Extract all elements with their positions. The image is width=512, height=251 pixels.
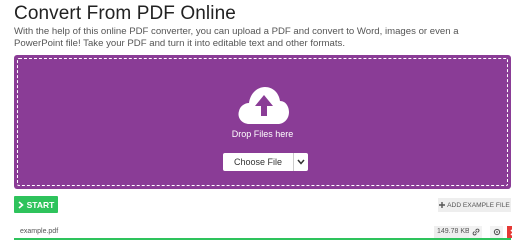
chevron-right-icon — [18, 200, 24, 209]
dropzone[interactable]: Drop Files here Choose File — [14, 55, 511, 189]
link-icon[interactable] — [469, 226, 482, 238]
drop-files-text: Drop Files here — [231, 129, 294, 139]
choose-file-label: Choose File — [233, 157, 283, 167]
file-size: 149.78 KB — [434, 226, 473, 238]
start-label: START — [26, 199, 55, 210]
close-icon[interactable] — [507, 226, 512, 238]
choose-file-button[interactable]: Choose File — [223, 153, 308, 171]
page-description: With the help of this online PDF convert… — [14, 26, 459, 49]
plus-icon — [439, 202, 446, 208]
page-title: Convert From PDF Online — [14, 3, 236, 24]
add-example-label: ADD EXAMPLE FILE — [447, 201, 510, 209]
add-example-file-button[interactable]: ADD EXAMPLE FILE — [438, 198, 511, 212]
file-row: example.pdf 149.78 KB — [14, 225, 512, 240]
start-button[interactable]: START — [14, 196, 58, 213]
chevron-down-icon[interactable] — [294, 159, 308, 165]
file-name: example.pdf — [20, 228, 59, 235]
settings-icon[interactable] — [490, 226, 503, 238]
upload-cloud-icon — [237, 87, 289, 124]
dropzone-border[interactable]: Drop Files here Choose File — [17, 58, 508, 186]
